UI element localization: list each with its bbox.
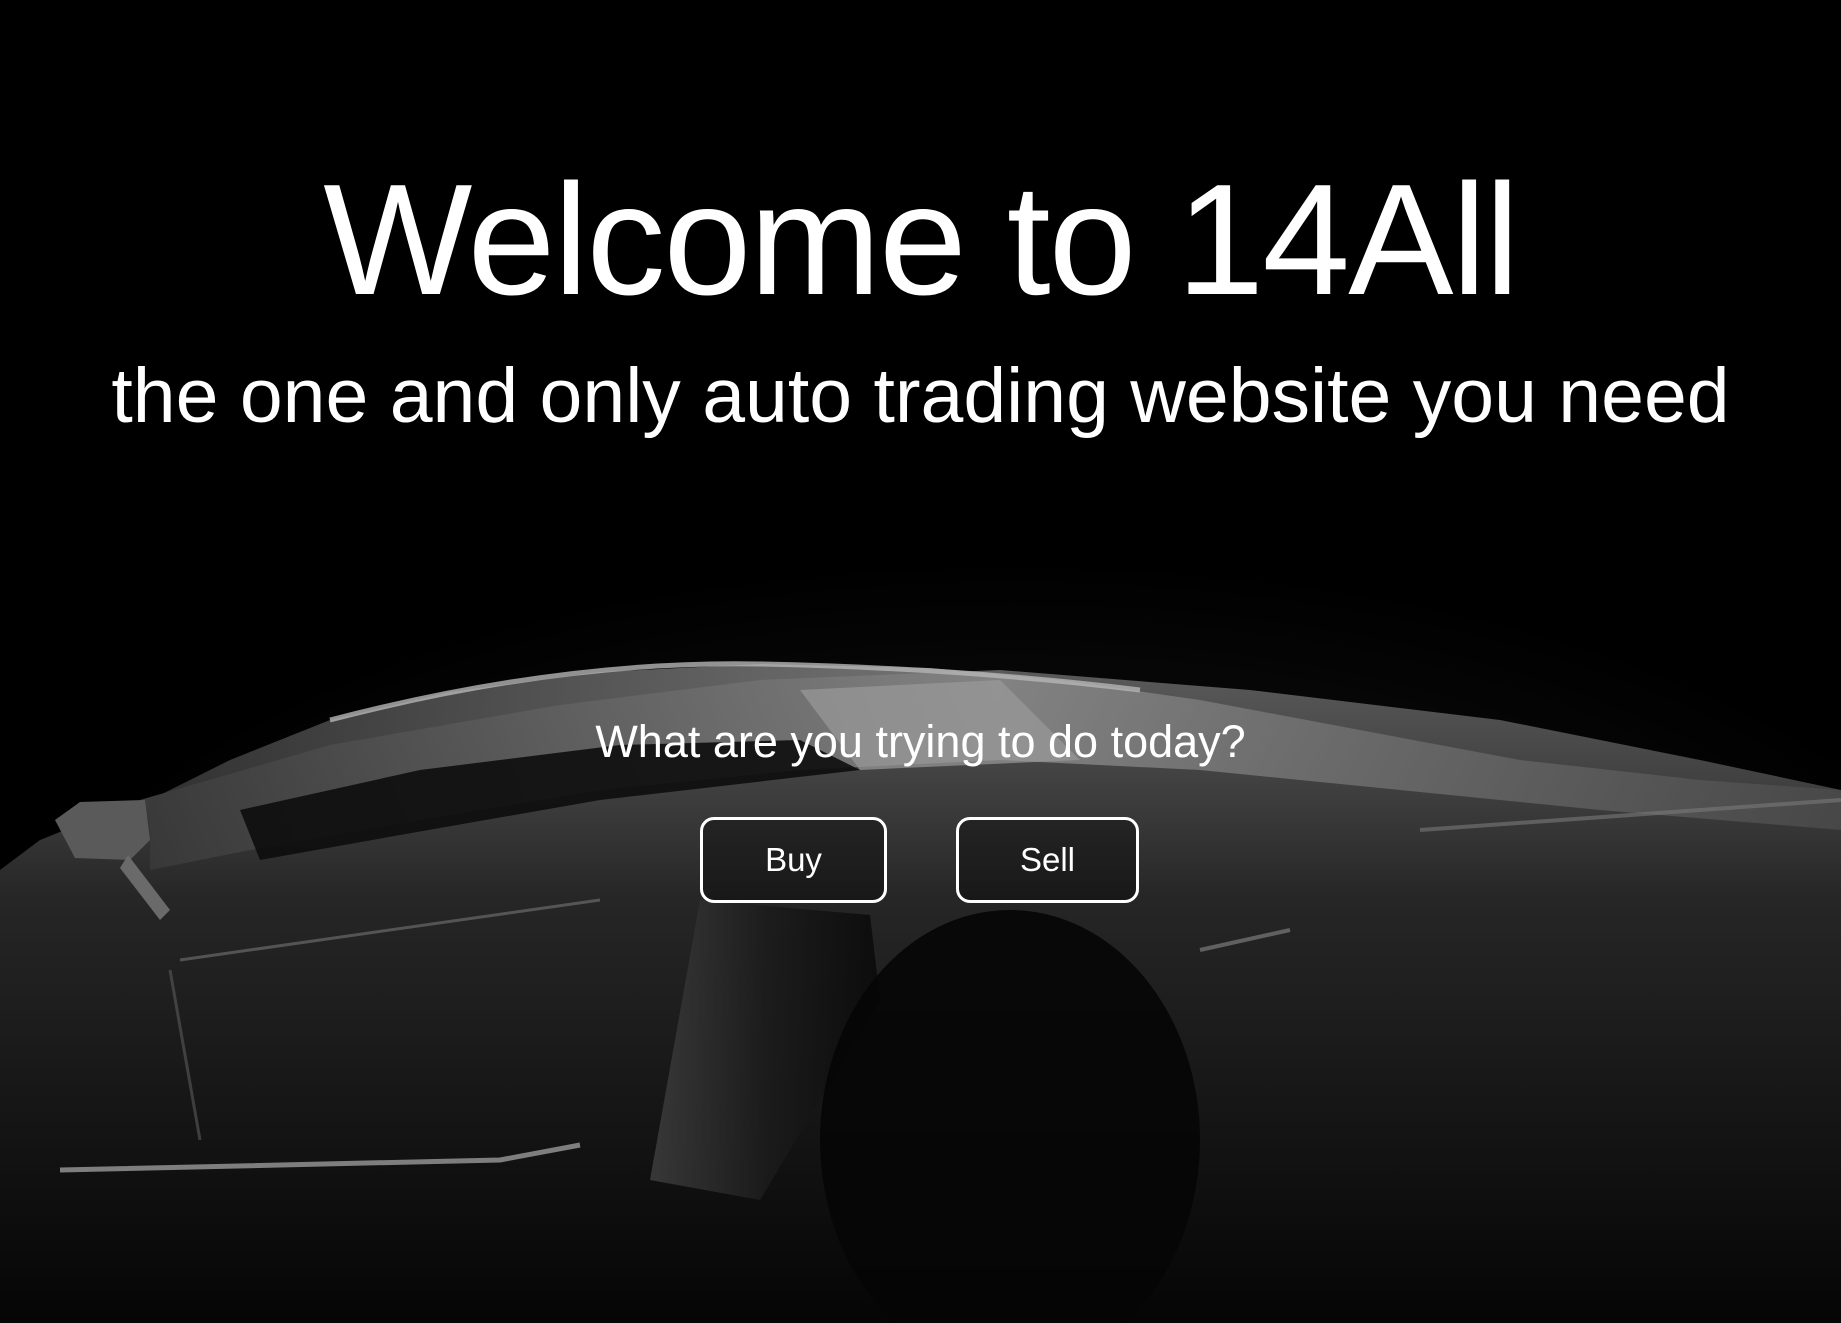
hero-title: Welcome to 14All — [323, 152, 1520, 328]
landing-page: Welcome to 14All the one and only auto t… — [0, 0, 1841, 1323]
sell-button[interactable]: Sell — [956, 817, 1139, 903]
hero-subtitle: the one and only auto trading website yo… — [111, 353, 1730, 439]
buy-button[interactable]: Buy — [700, 817, 887, 903]
action-prompt: What are you trying to do today? — [595, 716, 1246, 767]
